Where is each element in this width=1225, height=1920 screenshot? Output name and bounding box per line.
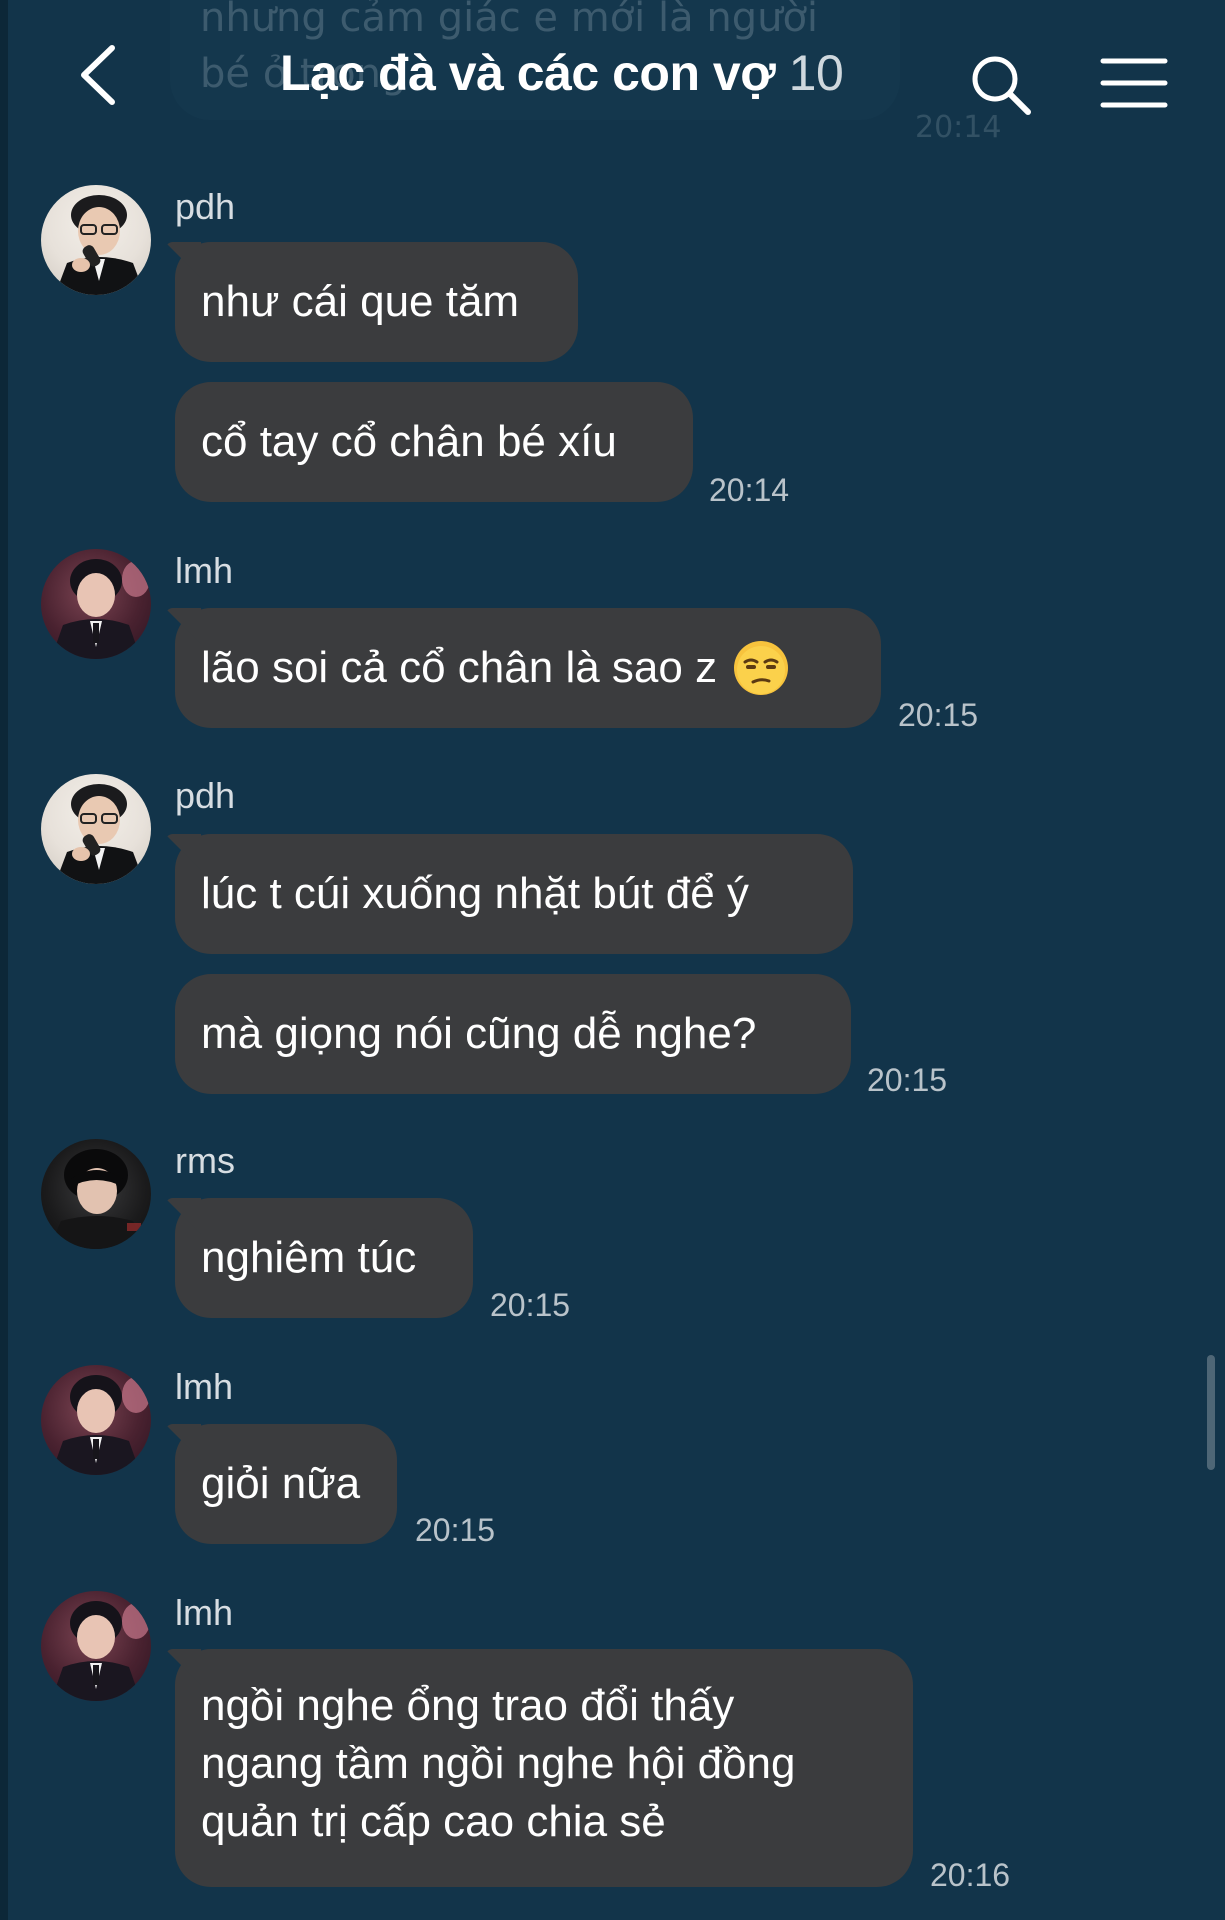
chat-header: Lạc đà và các con vợ 10 (0, 0, 1225, 150)
message-text: lão soi cả cổ chân là sao z (201, 643, 718, 692)
message-text: giỏi nữa (201, 1459, 361, 1508)
bubble-tail (165, 834, 201, 870)
avatar[interactable] (41, 1139, 151, 1249)
chat-title[interactable]: Lạc đà và các con vợ 10 (280, 44, 844, 102)
message-text: như cái que tăm (201, 277, 520, 326)
message-time: 20:15 (867, 1062, 948, 1098)
sender-name: pdh (175, 775, 236, 816)
bubble-tail (165, 242, 201, 278)
chat-screen: nhưng cảm giác e mới là người bé ở trong… (0, 0, 1225, 1920)
message-time: 20:15 (490, 1287, 571, 1323)
message-time: 20:15 (415, 1512, 496, 1548)
message-bubble[interactable]: lúc t cúi xuống nhặt bút để ý (165, 834, 853, 954)
message-bubble[interactable]: lão soi cả cổ chân là sao z (165, 608, 881, 728)
chevron-left-icon[interactable] (70, 40, 130, 110)
hamburger-menu-icon[interactable] (1100, 56, 1168, 110)
group-name: Lạc đà và các con vợ (280, 45, 776, 101)
message-text: ngang tầm ngồi nghe hội đồng (201, 1739, 796, 1788)
bubble-tail (165, 1649, 201, 1685)
left-edge (0, 0, 8, 1920)
sender-name: pdh (175, 186, 236, 227)
sender-name: lmh (175, 1592, 234, 1633)
message-text: ngồi nghe ổng trao đổi thấy (201, 1681, 735, 1730)
avatar[interactable] (41, 1591, 151, 1701)
scrollbar[interactable] (1207, 1355, 1215, 1470)
message-time: 20:15 (898, 697, 979, 733)
search-icon[interactable] (968, 52, 1034, 118)
message-bubble[interactable]: nghiêm túc (165, 1198, 473, 1318)
message-text: lúc t cúi xuống nhặt bút để ý (201, 869, 749, 918)
message-bubble[interactable]: ngồi nghe ổng trao đổi thấy ngang tầm ng… (165, 1649, 913, 1887)
message-text: nghiêm túc (201, 1233, 417, 1282)
bubble-tail (165, 1424, 201, 1460)
message-time: 20:14 (709, 472, 790, 508)
member-count: 10 (788, 45, 844, 101)
sender-name: rms (175, 1140, 235, 1181)
bubble-tail (165, 1198, 201, 1234)
message-text: mà giọng nói cũng dễ nghe? (201, 1009, 757, 1058)
avatar[interactable] (41, 774, 151, 884)
sender-name: lmh (175, 550, 234, 591)
message-time: 20:16 (930, 1857, 1011, 1893)
avatar[interactable] (41, 549, 151, 659)
message-text: quản trị cấp cao chia sẻ (201, 1797, 666, 1846)
message-bubble[interactable]: mà giọng nói cũng dễ nghe? (175, 974, 851, 1094)
unamused-face-icon (733, 640, 789, 696)
message-bubble[interactable]: giỏi nữa (165, 1424, 397, 1544)
bubble-tail (165, 608, 201, 644)
message-text: cổ tay cổ chân bé xíu (201, 417, 617, 466)
sender-name: lmh (175, 1366, 234, 1407)
message-bubble[interactable]: như cái que tăm (165, 242, 578, 362)
message-bubble[interactable]: cổ tay cổ chân bé xíu (175, 382, 693, 502)
avatar[interactable] (41, 185, 151, 295)
avatar[interactable] (41, 1365, 151, 1475)
